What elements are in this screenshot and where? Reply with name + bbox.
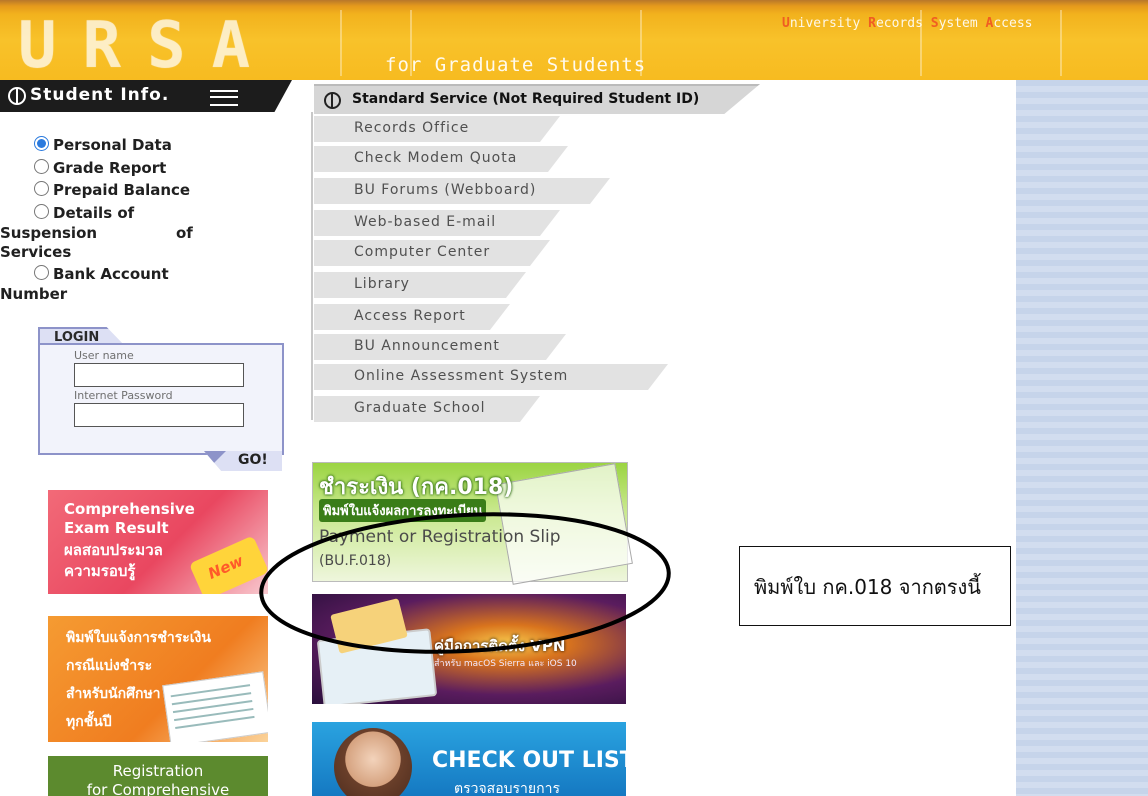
site-header: URSA for Graduate Students University Re… (0, 0, 1148, 80)
header-tagline: for Graduate Students (385, 54, 647, 76)
menu-icon[interactable] (210, 90, 238, 106)
service-item-label: BU Announcement (354, 338, 500, 354)
banner-text: Registration for Comprehensive (48, 762, 268, 796)
service-item-check-modem-quota[interactable]: Check Modem Quota (314, 146, 568, 172)
system-title-initial: R (868, 16, 876, 31)
payment-notice-banner[interactable]: พิมพ์ใบแจ้งการชำระเงิน กรณีแบ่งชำระ สำหร… (48, 616, 268, 742)
annotation-text: พิมพ์ใบ กค.018 จากตรงนี้ (754, 575, 981, 599)
username-label: User name (74, 349, 134, 362)
standard-service-label: Standard Service (Not Required Student I… (352, 91, 700, 107)
banner-line: Comprehensive (64, 500, 195, 518)
registration-banner[interactable]: Registration for Comprehensive (48, 756, 268, 796)
banner-title: Comprehensive Exam Result (64, 500, 195, 538)
radio-label: Grade Report (53, 159, 167, 177)
system-title-word: niversity (789, 16, 869, 31)
radio-selected-icon[interactable] (34, 136, 49, 151)
header-decor-line (1060, 10, 1062, 76)
checkout-list-banner[interactable]: CHECK OUT LIST ตรวจสอบรายการ (312, 722, 626, 796)
student-info-bar[interactable]: Student Info. (0, 80, 292, 112)
service-item-bu-forums[interactable]: BU Forums (Webboard) (314, 178, 610, 204)
system-title-word: ystem (938, 16, 986, 31)
globe-icon (324, 92, 341, 109)
banner-title: CHECK OUT LIST (432, 748, 626, 773)
banner-text: พิมพ์ใบแจ้งการชำระเงิน กรณีแบ่งชำระ สำหร… (66, 624, 211, 736)
new-badge-label: New (205, 551, 247, 583)
radio-label-cont: of (176, 224, 193, 242)
service-item-computer-center[interactable]: Computer Center (314, 240, 550, 266)
banner-line: สำหรับนักศึกษา (66, 686, 161, 702)
highlight-ellipse (259, 512, 671, 654)
service-item-label: BU Forums (Webboard) (354, 182, 537, 198)
service-item-webmail[interactable]: Web-based E-mail (314, 210, 560, 236)
comprehensive-exam-banner[interactable]: Comprehensive Exam Result ผลสอบประมวล คว… (48, 490, 268, 594)
password-input[interactable] (74, 403, 244, 427)
banner-subtitle: ตรวจสอบรายการ (454, 781, 560, 796)
banner-line: กรณีแบ่งชำระ (66, 658, 153, 674)
radio-label-cont: Services (0, 243, 72, 261)
banner-line: ผลสอบประมวล (64, 541, 163, 559)
radio-icon[interactable] (34, 181, 49, 196)
service-item-label: Check Modem Quota (354, 150, 518, 166)
radio-label: Bank Account (53, 265, 169, 283)
service-item-label: Access Report (354, 308, 466, 324)
service-item-label: Records Office (354, 120, 470, 136)
radio-suspension[interactable]: Details of (34, 204, 134, 222)
service-item-online-assessment[interactable]: Online Assessment System (314, 364, 668, 390)
ursa-logo[interactable]: URSA (18, 14, 276, 78)
radio-icon[interactable] (34, 204, 49, 219)
radio-bank-account[interactable]: Bank Account (34, 265, 169, 283)
login-form: User name Internet Password (38, 343, 284, 455)
student-info-label: Student Info. (30, 85, 170, 105)
radio-icon[interactable] (34, 159, 49, 174)
annotation-note: พิมพ์ใบ กค.018 จากตรงนี้ (739, 546, 1011, 626)
globe-icon (8, 87, 26, 105)
banner-line: Exam Result (64, 519, 169, 537)
standard-service-bar: Standard Service (Not Required Student I… (314, 84, 760, 114)
service-item-label: Web-based E-mail (354, 214, 497, 230)
service-item-label: Online Assessment System (354, 368, 569, 384)
service-item-label: Library (354, 276, 410, 292)
banner-line: ทุกชั้นปี (66, 714, 112, 730)
service-item-library[interactable]: Library (314, 272, 526, 298)
system-title-word: ccess (993, 16, 1033, 31)
header-decor-line (340, 10, 342, 76)
banner-line: พิมพ์ใบแจ้งการชำระเงิน (66, 630, 211, 646)
service-item-access-report[interactable]: Access Report (314, 304, 510, 330)
system-title: University Records System Access (782, 16, 1033, 31)
service-item-label: Graduate School (354, 400, 486, 416)
go-button[interactable]: GO! (204, 451, 282, 471)
right-decor-strip (1016, 80, 1148, 796)
radio-label: Prepaid Balance (53, 181, 191, 199)
service-item-bu-announcement[interactable]: BU Announcement (314, 334, 566, 360)
banner-thai-text: ผลสอบประมวล ความรอบรู้ (64, 540, 163, 582)
banner-line: ความรอบรู้ (64, 562, 136, 580)
service-item-records-office[interactable]: Records Office (314, 116, 560, 142)
radio-prepaid-balance[interactable]: Prepaid Balance (34, 181, 190, 199)
radio-label: Personal Data (53, 136, 172, 154)
system-title-initial: S (930, 16, 939, 31)
system-title-initial: U (782, 16, 790, 31)
radio-grade-report[interactable]: Grade Report (34, 159, 166, 177)
new-badge: New (188, 535, 268, 594)
banner-line: for Comprehensive (86, 781, 230, 796)
service-item-graduate-school[interactable]: Graduate School (314, 396, 540, 422)
service-divider (311, 112, 313, 420)
radio-label-cont: Suspension (0, 224, 98, 242)
service-item-label: Computer Center (354, 244, 491, 260)
username-input[interactable] (74, 363, 244, 387)
radio-label: Details of (53, 204, 135, 222)
go-label: GO! (238, 452, 268, 468)
radio-label-cont: Number (0, 285, 68, 303)
radio-icon[interactable] (34, 265, 49, 280)
system-title-word: ecords (875, 16, 931, 31)
banner-line: Registration (112, 762, 204, 780)
go-tab-corner (206, 451, 226, 471)
person-photo (334, 728, 412, 796)
password-label: Internet Password (74, 389, 173, 402)
radio-personal-data[interactable]: Personal Data (34, 136, 172, 154)
